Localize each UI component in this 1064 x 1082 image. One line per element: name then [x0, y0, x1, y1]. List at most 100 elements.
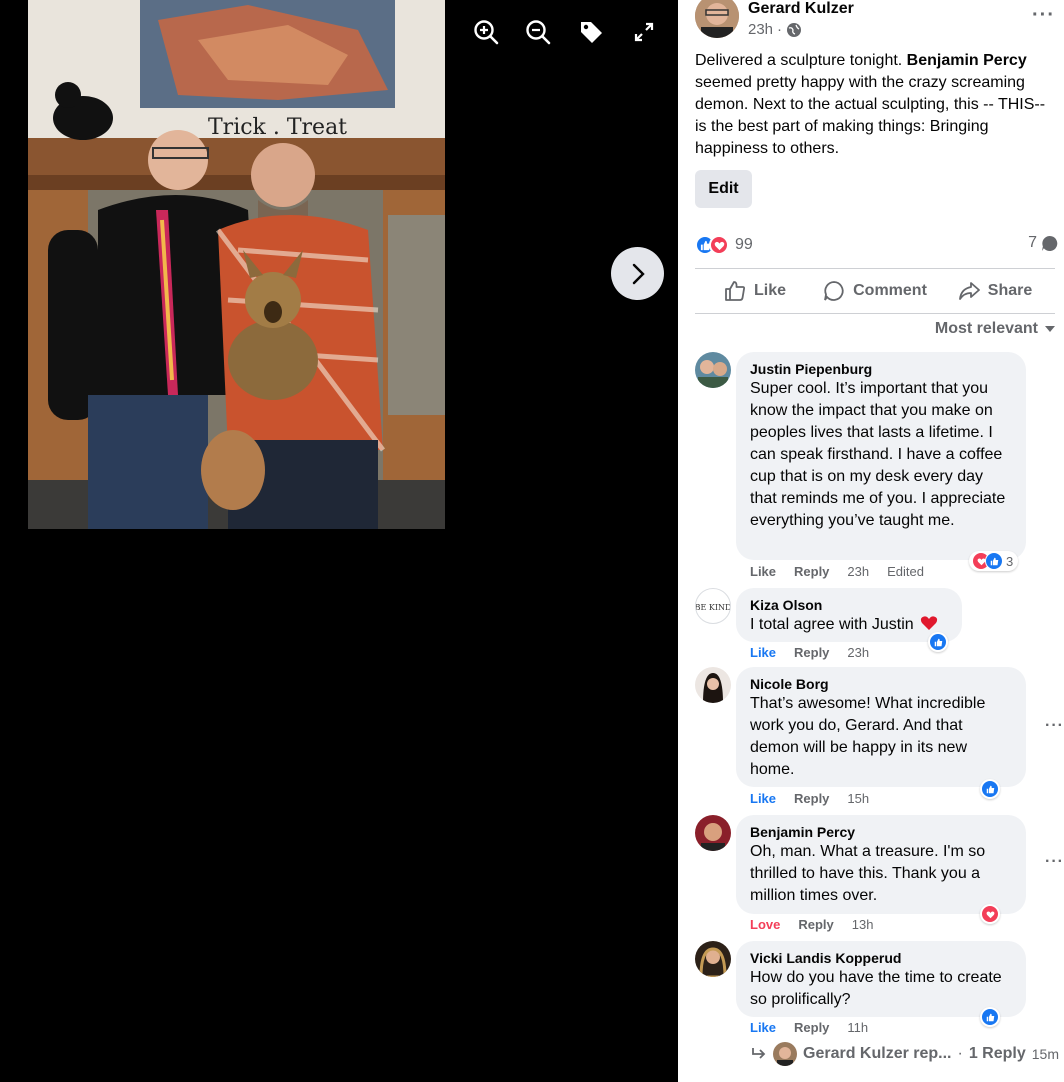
comment-count[interactable]: 7 [1028, 234, 1058, 252]
svg-text:BE KIND: BE KIND [696, 603, 730, 612]
comment-reactions[interactable]: 3 [969, 551, 1019, 571]
comment-author[interactable]: Benjamin Percy [750, 823, 1014, 841]
avatar [773, 1042, 797, 1066]
meta-separator: · [777, 21, 783, 38]
post-reactions[interactable]: 99 [695, 234, 753, 256]
next-photo-button[interactable] [611, 247, 664, 300]
post-header: Gerard Kulzer 23h · ··· [695, 0, 1055, 42]
comment-text-row: I total agree with Justin [750, 614, 950, 636]
comment-reactions[interactable] [980, 904, 1000, 924]
post-time[interactable]: 23h [748, 21, 773, 38]
comment-time[interactable]: 13h [852, 917, 874, 932]
comment-actions: Like Reply 15h [750, 791, 869, 806]
svg-text:Trick . Treat: Trick . Treat [208, 115, 347, 140]
red-heart-emoji-icon [920, 616, 938, 630]
comment-reply-button[interactable]: Reply [794, 1020, 829, 1035]
comment-actions: Like Reply 23h Edited [750, 564, 924, 579]
comment-time[interactable]: 11h [847, 1020, 868, 1035]
comment-text: Super cool. It’s important that you know… [750, 380, 1006, 529]
like-reaction-icon [981, 1008, 999, 1026]
avatar[interactable] [695, 352, 731, 388]
like-reaction-icon [981, 780, 999, 798]
tag-icon[interactable] [577, 18, 605, 46]
thumbs-up-icon [725, 281, 746, 301]
comment-more-button[interactable]: ··· [1045, 853, 1064, 871]
reaction-count: 99 [735, 236, 753, 253]
comment-like-button[interactable]: Like [750, 1020, 776, 1035]
reply-count: 1 Reply [968, 1045, 1026, 1062]
comment-time[interactable]: 23h [847, 645, 869, 660]
edit-post-button[interactable]: Edit [695, 170, 752, 208]
post-author-name[interactable]: Gerard Kulzer [748, 0, 854, 18]
divider [695, 313, 1055, 314]
comment-author[interactable]: Kiza Olson [750, 596, 950, 614]
photo-viewer: Trick . Treat [0, 0, 678, 1082]
comment-time[interactable]: 23h [847, 564, 869, 579]
reply-separator: · [957, 1045, 963, 1062]
post-action-bar: Like Comment Share [695, 270, 1055, 312]
avatar[interactable] [695, 667, 731, 703]
comment-author[interactable]: Justin Piepenburg [750, 360, 1014, 378]
comment-reply-button[interactable]: Reply [794, 791, 829, 806]
like-reaction-icon [985, 552, 1003, 570]
reply-author: Gerard Kulzer rep... [803, 1045, 952, 1062]
like-reaction-icon [929, 633, 947, 651]
view-replies-link[interactable]: Gerard Kulzer rep... · 1 Reply 15m [751, 1042, 1059, 1066]
zoom-in-icon[interactable] [472, 18, 500, 46]
reply-time: 15m [1031, 1046, 1059, 1062]
post-text-part: seemed pretty happy with the crazy screa… [695, 74, 1046, 157]
comment-love-button[interactable]: Love [750, 917, 780, 932]
comment-like-button[interactable]: Like [750, 564, 776, 579]
comment-author[interactable]: Vicki Landis Kopperud [750, 949, 1014, 967]
sort-label: Most relevant [934, 320, 1038, 337]
comment-text: I total agree with Justin [750, 616, 914, 633]
comment-button[interactable]: Comment [815, 270, 935, 312]
post-panel: Gerard Kulzer 23h · ··· Delivered a scul… [678, 0, 1064, 1082]
avatar[interactable]: BE KIND [695, 588, 731, 624]
comment-author[interactable]: Nicole Borg [750, 675, 1014, 693]
chevron-right-icon [632, 263, 645, 284]
post-meta: 23h · [748, 21, 802, 38]
globe-icon[interactable] [786, 22, 802, 38]
comment-actions: Like Reply 23h [750, 645, 869, 660]
comment-reply-button[interactable]: Reply [794, 645, 829, 660]
post-mention-link[interactable]: Benjamin Percy [907, 52, 1027, 69]
comment-bubble: Vicki Landis Kopperud How do you have th… [736, 941, 1026, 1017]
comment-actions: Love Reply 13h [750, 917, 873, 932]
share-icon [958, 282, 980, 300]
comment-bubble: Benjamin Percy Oh, man. What a treasure.… [736, 815, 1026, 914]
comment-text: Oh, man. What a treasure. I'm so thrille… [750, 843, 986, 904]
comment-like-button[interactable]: Like [750, 645, 776, 660]
comment-time[interactable]: 15h [847, 791, 869, 806]
zoom-out-icon[interactable] [524, 18, 552, 46]
share-button[interactable]: Share [935, 270, 1055, 312]
comment-text: That’s awesome! What incredible work you… [750, 695, 986, 778]
comment-bubble-icon [1041, 235, 1058, 251]
fullscreen-icon[interactable] [630, 18, 658, 46]
post-more-button[interactable]: ··· [1032, 4, 1055, 27]
comment-like-button[interactable]: Like [750, 791, 776, 806]
avatar[interactable] [695, 815, 731, 851]
like-label: Like [753, 282, 786, 299]
comment-reactions[interactable] [928, 632, 948, 652]
like-button[interactable]: Like [695, 270, 815, 312]
comment-reply-button[interactable]: Reply [794, 564, 829, 579]
comment-bubble: Nicole Borg That’s awesome! What incredi… [736, 667, 1026, 787]
avatar[interactable] [695, 941, 731, 977]
comment-icon [824, 281, 844, 301]
comment-bubble: Kiza Olson I total agree with Justin [736, 588, 962, 642]
post-text: Delivered a sculpture tonight. Benjamin … [695, 50, 1055, 160]
comment-edited-label: Edited [887, 564, 924, 579]
comment-more-button[interactable]: ··· [1045, 717, 1064, 735]
comment-sort-dropdown[interactable]: Most relevant [935, 320, 1056, 338]
love-reaction-icon [981, 905, 999, 923]
comment-reply-button[interactable]: Reply [798, 917, 833, 932]
caret-down-icon [1045, 326, 1055, 332]
avatar[interactable] [695, 0, 739, 38]
love-reaction-icon [709, 235, 729, 255]
comment-actions: Like Reply 11h [750, 1020, 868, 1035]
post-photo[interactable]: Trick . Treat [28, 0, 445, 529]
share-label: Share [987, 282, 1033, 299]
comment-reactions[interactable] [980, 779, 1000, 799]
comment-reactions[interactable] [980, 1007, 1000, 1027]
